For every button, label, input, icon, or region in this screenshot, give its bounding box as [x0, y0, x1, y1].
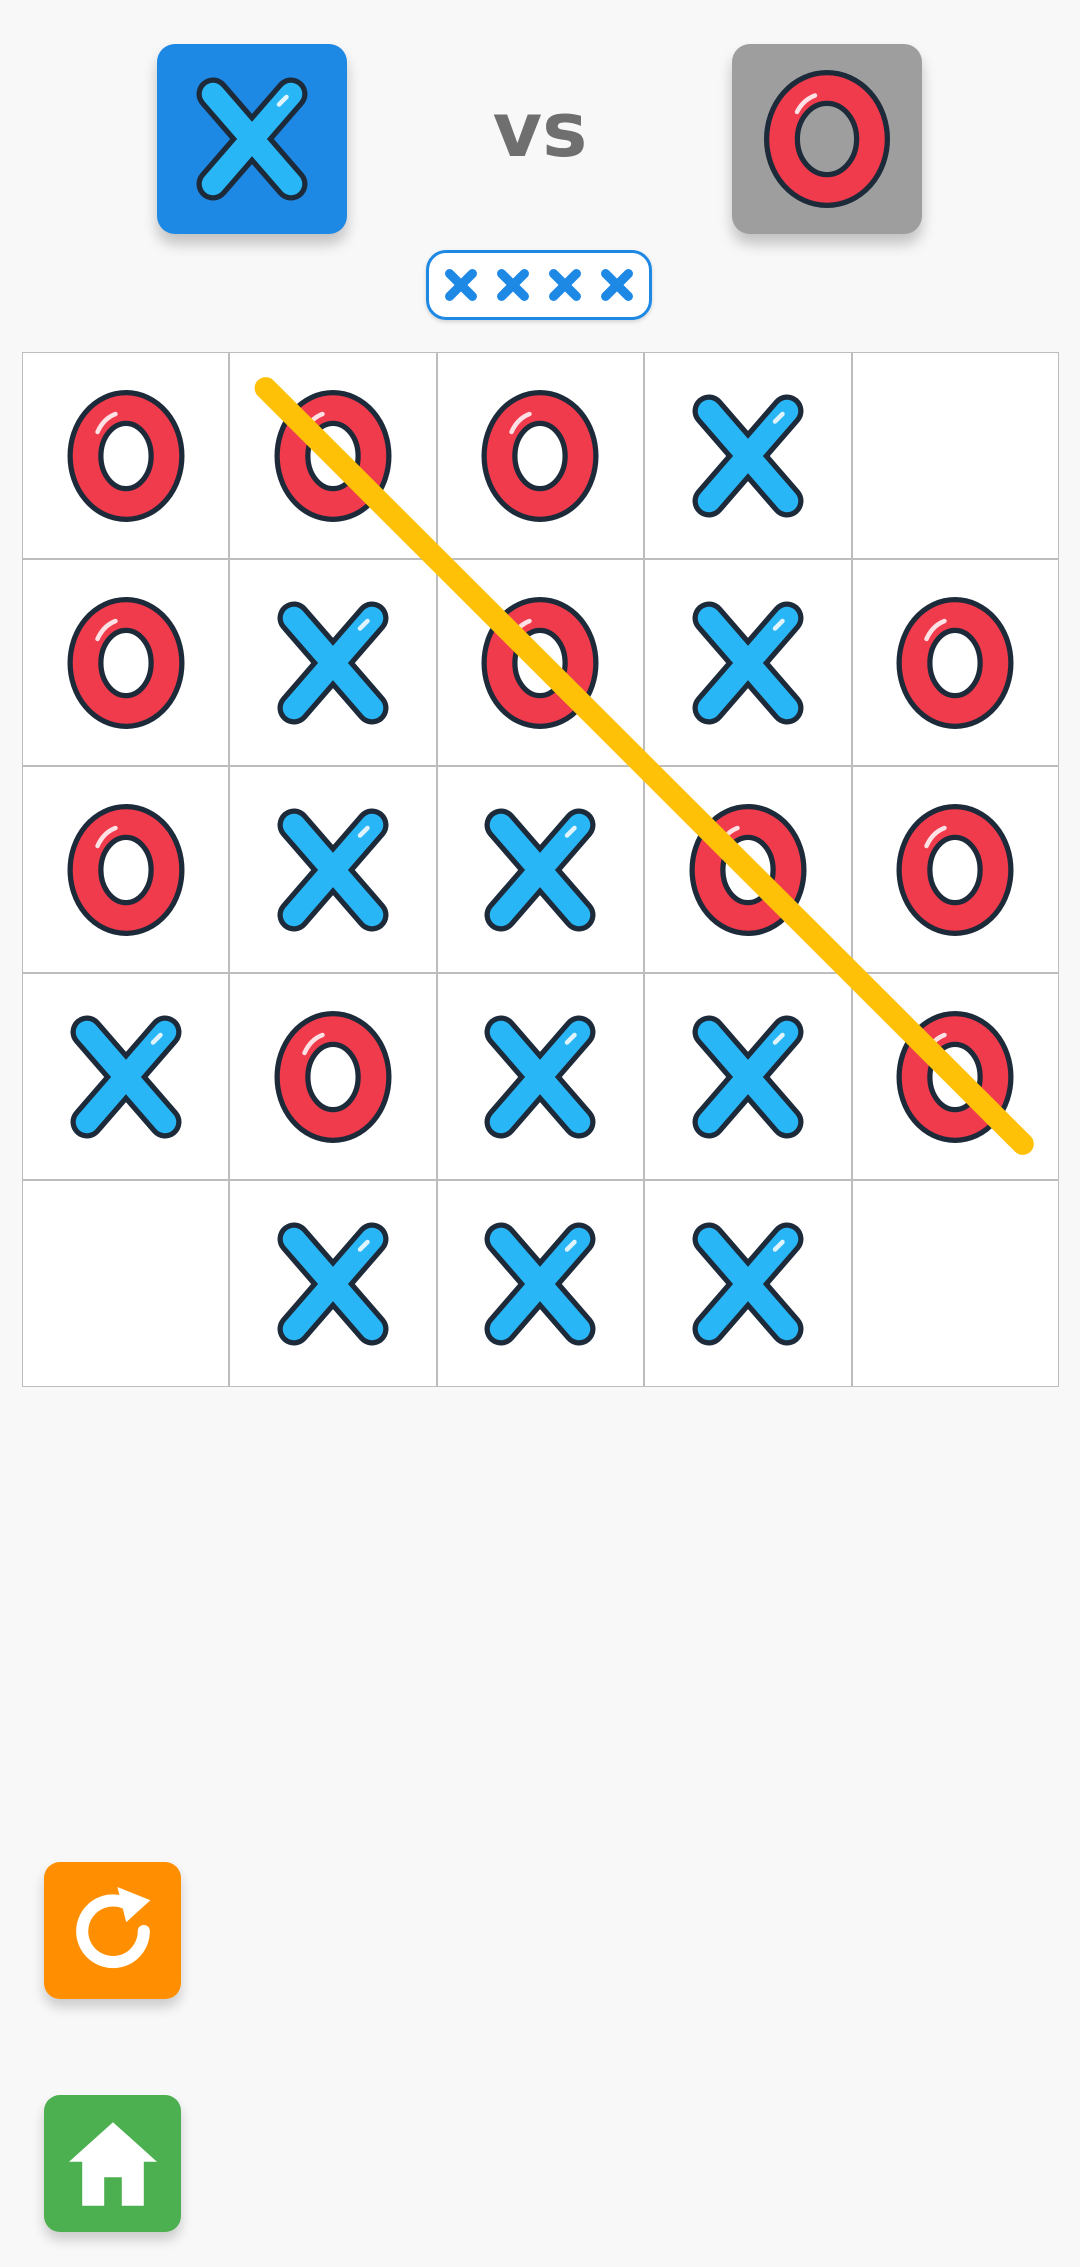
board-cell-r2-c0[interactable]	[22, 766, 230, 973]
x-mark-icon	[484, 1015, 596, 1138]
x-mark-icon	[692, 1222, 804, 1345]
board-cell-r1-c4[interactable]	[851, 559, 1059, 766]
o-mark-icon	[481, 596, 599, 729]
x-mark-icon	[484, 1222, 596, 1345]
player-x-tile	[157, 44, 347, 234]
board-cell-r1-c3[interactable]	[644, 559, 852, 766]
game-board	[22, 352, 1059, 1387]
restart-icon	[75, 1886, 150, 1968]
streak-x-icon	[445, 269, 477, 301]
board-cell-r4-c1[interactable]	[229, 1180, 437, 1387]
o-mark-icon	[764, 70, 890, 208]
streak-x-icon	[601, 269, 633, 301]
board-cell-r0-c4[interactable]	[851, 352, 1059, 559]
win-streak-badge	[426, 250, 652, 320]
o-mark-icon	[67, 803, 185, 936]
restart-button[interactable]	[44, 1862, 181, 1999]
x-mark-icon	[277, 808, 389, 931]
o-mark-icon	[67, 389, 185, 522]
board-cell-r4-c4[interactable]	[851, 1180, 1059, 1387]
board-cell-r3-c0[interactable]	[22, 973, 230, 1180]
x-mark-icon	[277, 601, 389, 724]
x-mark-icon	[196, 77, 308, 201]
o-mark-icon	[481, 389, 599, 522]
o-mark-icon	[274, 1010, 392, 1143]
x-mark-icon	[70, 1015, 182, 1138]
board-cell-r4-c2[interactable]	[436, 1180, 645, 1387]
o-mark-icon	[274, 389, 392, 522]
board-cell-r3-c1[interactable]	[229, 973, 437, 1180]
player-o-tile	[732, 44, 922, 234]
x-mark-icon	[692, 1015, 804, 1138]
board-cell-r2-c1[interactable]	[229, 766, 437, 973]
x-mark-icon	[484, 808, 596, 931]
o-mark-icon	[896, 596, 1014, 729]
board-cell-r3-c4[interactable]	[851, 973, 1059, 1180]
board-cell-r3-c2[interactable]	[436, 973, 645, 1180]
vs-label: vs	[492, 85, 588, 174]
board-cell-r2-c3[interactable]	[644, 766, 852, 973]
board-cell-r3-c3[interactable]	[644, 973, 852, 1180]
board-cell-r1-c1[interactable]	[229, 559, 437, 766]
board-cell-r4-c3[interactable]	[644, 1180, 852, 1387]
board-cell-r0-c0[interactable]	[22, 352, 230, 559]
board-cell-r0-c1[interactable]	[229, 352, 437, 559]
board-cell-r1-c0[interactable]	[22, 559, 230, 766]
home-icon	[68, 2121, 157, 2206]
board-cell-r0-c2[interactable]	[436, 352, 645, 559]
o-mark-icon	[67, 596, 185, 729]
home-button[interactable]	[44, 2095, 181, 2232]
o-mark-icon	[896, 803, 1014, 936]
x-mark-icon	[692, 601, 804, 724]
board-cell-r1-c2[interactable]	[436, 559, 645, 766]
o-mark-icon	[896, 1010, 1014, 1143]
x-mark-icon	[277, 1222, 389, 1345]
board-cell-r4-c0[interactable]	[22, 1180, 230, 1387]
o-mark-icon	[689, 803, 807, 936]
streak-x-icon	[549, 269, 581, 301]
x-mark-icon	[692, 394, 804, 517]
board-cell-r0-c3[interactable]	[644, 352, 852, 559]
streak-x-icon	[497, 269, 529, 301]
board-cell-r2-c2[interactable]	[436, 766, 645, 973]
board-cell-r2-c4[interactable]	[851, 766, 1059, 973]
